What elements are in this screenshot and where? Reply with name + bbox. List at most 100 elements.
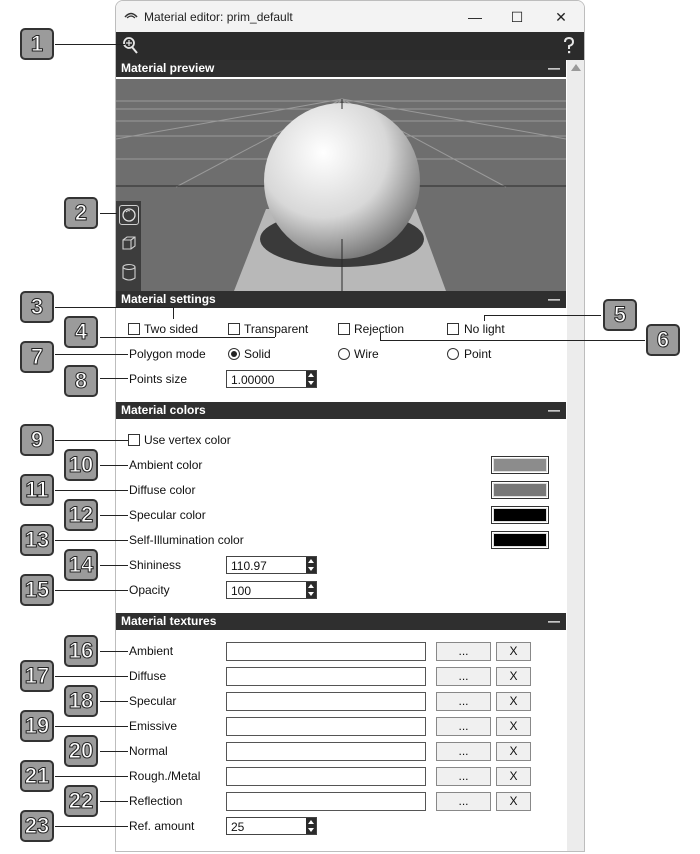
points-size-spinner[interactable]: 1.00000	[226, 370, 317, 388]
toolbar	[116, 32, 584, 60]
texture-reflection-browse-button[interactable]: ...	[436, 792, 491, 811]
ref-amount-spinner[interactable]: 25	[226, 817, 317, 835]
texture-normal-clear-button[interactable]: X	[496, 742, 531, 761]
polygon-mode-wire-label: Wire	[354, 347, 379, 361]
collapse-icon[interactable]: —	[548, 291, 560, 308]
section-material-settings[interactable]: Material settings —	[116, 291, 566, 308]
spinner-arrows-icon[interactable]	[306, 371, 316, 387]
specular-color-swatch[interactable]	[491, 506, 549, 524]
texture-ambient-browse-button[interactable]: ...	[436, 642, 491, 661]
maximize-button[interactable]: ☐	[497, 5, 537, 29]
self-illumination-color-label: Self-Illumination color	[129, 533, 244, 547]
texture-specular-clear-button[interactable]: X	[496, 692, 531, 711]
help-icon[interactable]	[562, 37, 576, 55]
polygon-mode-solid-label: Solid	[244, 347, 271, 361]
section-material-preview[interactable]: Material preview —	[116, 60, 566, 77]
leader-line	[100, 337, 275, 338]
texture-rough-metal-clear-button[interactable]: X	[496, 767, 531, 786]
texture-specular-browse-button[interactable]: ...	[436, 692, 491, 711]
texture-ambient-clear-button[interactable]: X	[496, 642, 531, 661]
transparent-checkbox[interactable]	[228, 323, 240, 335]
no-light-label: No light	[464, 322, 505, 336]
callout-badge: 1	[20, 28, 54, 60]
texture-emissive-browse-button[interactable]: ...	[436, 717, 491, 736]
texture-diffuse-clear-button[interactable]: X	[496, 667, 531, 686]
callout-badge: 14	[64, 549, 98, 581]
use-vertex-color-checkbox[interactable]	[128, 434, 140, 446]
texture-reflection-clear-button[interactable]: X	[496, 792, 531, 811]
texture-normal-browse-button[interactable]: ...	[436, 742, 491, 761]
material-preview-viewport[interactable]	[116, 79, 566, 291]
callout-badge: 22	[64, 785, 98, 817]
minimize-button[interactable]: —	[455, 5, 495, 29]
callout-badge: 5	[603, 299, 637, 331]
texture-specular-path-field[interactable]	[226, 692, 426, 711]
cylinder-icon[interactable]	[120, 263, 138, 283]
app-icon	[124, 12, 138, 19]
preview-scene	[116, 79, 566, 291]
texture-emissive-clear-button[interactable]: X	[496, 717, 531, 736]
leader-line	[380, 332, 381, 340]
texture-rough-metal-browse-button[interactable]: ...	[436, 767, 491, 786]
polygon-mode-point-radio[interactable]	[447, 348, 459, 360]
close-button[interactable]: ✕	[541, 5, 581, 29]
sphere-icon[interactable]	[119, 205, 139, 225]
collapse-icon[interactable]: —	[548, 402, 560, 419]
section-title: Material preview	[121, 61, 215, 75]
leader-line	[55, 726, 128, 727]
scroll-up-arrow-icon[interactable]	[571, 64, 581, 71]
texture-ambient-path-field[interactable]	[226, 642, 426, 661]
collapse-icon[interactable]: —	[548, 60, 560, 77]
title-bar[interactable]: Material editor: prim_default — ☐ ✕	[116, 1, 584, 32]
spinner-arrows-icon[interactable]	[306, 557, 316, 573]
polygon-mode-wire-radio[interactable]	[338, 348, 350, 360]
diffuse-color-swatch[interactable]	[491, 481, 549, 499]
material-editor-window: Material editor: prim_default — ☐ ✕ Mate…	[115, 0, 585, 852]
opacity-label: Opacity	[129, 583, 170, 597]
leader-line	[55, 440, 128, 441]
callout-badge: 12	[64, 499, 98, 531]
callout-badge: 11	[20, 474, 54, 506]
spinner-arrows-icon[interactable]	[306, 818, 316, 834]
callout-badge: 19	[20, 710, 54, 742]
leader-line	[55, 776, 128, 777]
no-light-checkbox[interactable]	[447, 323, 459, 335]
callout-badge: 4	[64, 316, 98, 348]
section-material-textures[interactable]: Material textures —	[116, 613, 566, 630]
callout-badge: 15	[20, 574, 54, 606]
callout-badge: 20	[64, 735, 98, 767]
shininess-spinner[interactable]: 110.97	[226, 556, 317, 574]
polygon-mode-solid-radio[interactable]	[228, 348, 240, 360]
texture-diffuse-browse-button[interactable]: ...	[436, 667, 491, 686]
callout-badge: 13	[20, 524, 54, 556]
section-material-colors[interactable]: Material colors —	[116, 402, 566, 419]
ref-amount-label: Ref. amount	[129, 819, 195, 833]
collapse-icon[interactable]: —	[548, 613, 560, 630]
spinner-arrows-icon[interactable]	[306, 582, 316, 598]
leader-line	[55, 826, 128, 827]
leader-line	[100, 213, 117, 214]
leader-line	[100, 701, 128, 702]
texture-normal-path-field[interactable]	[226, 742, 426, 761]
texture-reflection-path-field[interactable]	[226, 792, 426, 811]
leader-line	[55, 44, 125, 45]
cube-icon[interactable]	[120, 234, 138, 252]
texture-rough-metal-label: Rough./Metal	[129, 769, 201, 783]
two-sided-checkbox[interactable]	[128, 323, 140, 335]
leader-line	[55, 307, 173, 308]
points-size-value: 1.00000	[231, 373, 275, 387]
callout-badge: 3	[20, 291, 54, 323]
self-illumination-color-swatch[interactable]	[491, 531, 549, 549]
texture-emissive-path-field[interactable]	[226, 717, 426, 736]
wand-icon[interactable]	[122, 36, 140, 56]
leader-line	[55, 354, 128, 355]
ambient-color-swatch[interactable]	[491, 456, 549, 474]
vertical-scrollbar[interactable]	[567, 60, 584, 851]
rejection-checkbox[interactable]	[338, 323, 350, 335]
texture-specular-label: Specular	[129, 694, 177, 708]
texture-diffuse-path-field[interactable]	[226, 667, 426, 686]
diffuse-color-label: Diffuse color	[129, 483, 196, 497]
opacity-spinner[interactable]: 100	[226, 581, 317, 599]
points-size-label: Points size	[129, 372, 188, 386]
texture-rough-metal-path-field[interactable]	[226, 767, 426, 786]
